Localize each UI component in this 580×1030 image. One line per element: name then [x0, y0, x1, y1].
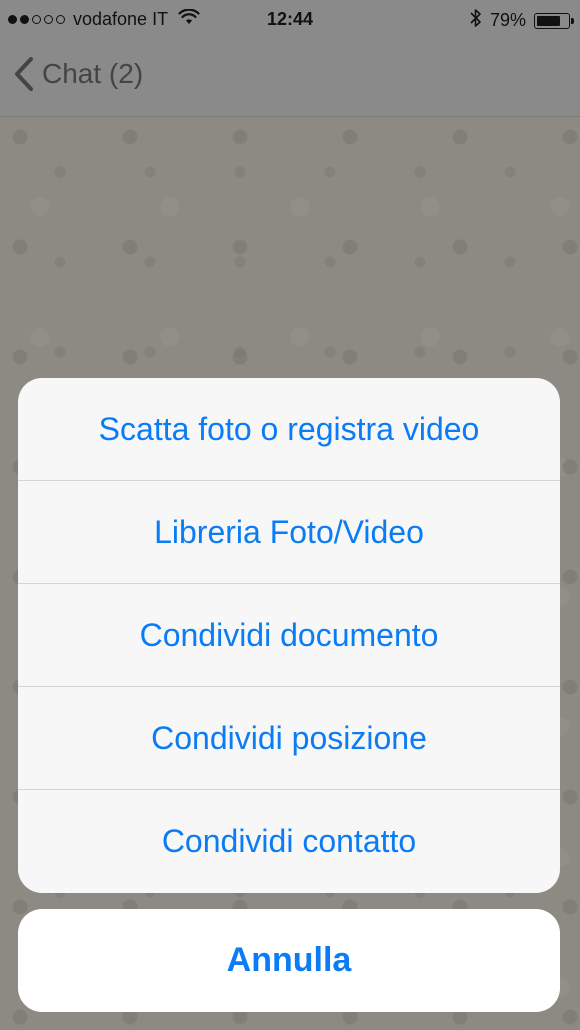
action-share-location[interactable]: Condividi posizione: [18, 687, 560, 790]
action-photo-video-library[interactable]: Libreria Foto/Video: [18, 481, 560, 584]
action-share-document[interactable]: Condividi documento: [18, 584, 560, 687]
nav-bar: Chat (2): [0, 38, 580, 117]
status-bar: vodafone IT 12:44 79%: [0, 0, 580, 38]
bluetooth-icon: [470, 8, 482, 33]
action-take-photo-video[interactable]: Scatta foto o registra video: [18, 378, 560, 481]
battery-icon: [534, 12, 574, 29]
battery-percent: 79%: [489, 10, 526, 30]
back-button[interactable]: Chat (2): [14, 57, 143, 91]
status-right: 79%: [470, 8, 574, 33]
action-sheet: Scatta foto o registra video Libreria Fo…: [18, 378, 560, 893]
back-label: Chat (2): [42, 58, 144, 89]
chevron-left-icon: [15, 57, 33, 91]
cancel-button[interactable]: Annulla: [18, 909, 560, 1012]
action-share-contact[interactable]: Condividi contatto: [18, 790, 560, 893]
